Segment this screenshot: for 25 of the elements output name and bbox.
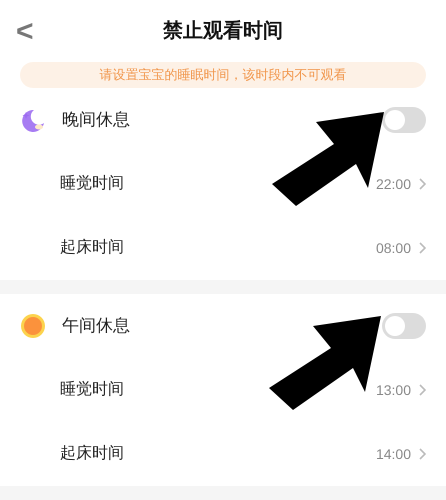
page-title: 禁止观看时间 [163, 19, 283, 44]
time-value: 22:00 [376, 174, 411, 194]
moon-icon [20, 107, 46, 133]
chevron-right-icon [419, 448, 426, 460]
time-row[interactable]: 睡觉时间 22:00 [0, 152, 446, 216]
section-title: 晚间休息 [62, 109, 130, 132]
chevron-right-icon [419, 242, 426, 254]
time-value: 08:00 [376, 238, 411, 258]
time-value: 13:00 [376, 380, 411, 400]
time-row[interactable]: 起床时间 14:00 [0, 422, 446, 486]
notice-banner: 请设置宝宝的睡眠时间，该时段内不可观看 [20, 62, 426, 88]
row-label: 起床时间 [60, 238, 124, 258]
time-row[interactable]: 起床时间 08:00 [0, 216, 446, 280]
row-label: 睡觉时间 [60, 174, 124, 194]
sun-icon [20, 313, 46, 339]
time-value: 14:00 [376, 444, 411, 464]
section-title: 午间休息 [62, 315, 130, 338]
chevron-right-icon [419, 384, 426, 396]
row-label: 睡觉时间 [60, 380, 124, 400]
row-label: 起床时间 [60, 444, 124, 464]
chevron-right-icon [419, 178, 426, 190]
toggle-switch[interactable] [382, 107, 426, 133]
back-button[interactable]: < [16, 8, 34, 54]
toggle-switch[interactable] [382, 313, 426, 339]
time-row[interactable]: 睡觉时间 13:00 [0, 358, 446, 422]
